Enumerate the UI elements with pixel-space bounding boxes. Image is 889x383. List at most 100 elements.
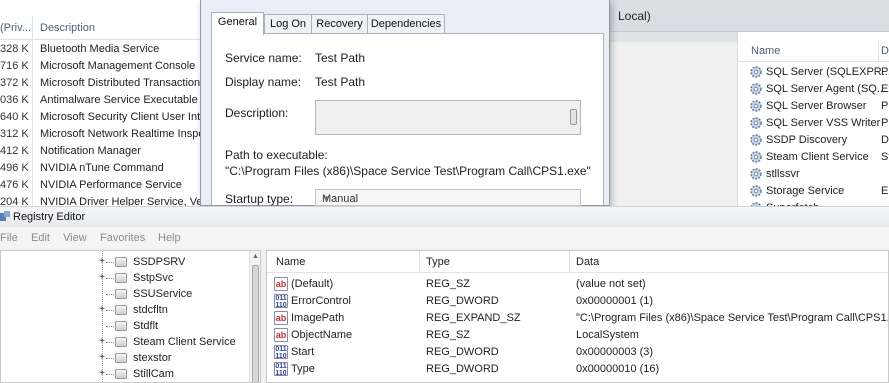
tree-item[interactable]: Stdflt	[1, 318, 249, 334]
process-row[interactable]: 476 K NVIDIA Performance Service	[0, 177, 210, 194]
service-name: SQL Server Browser	[766, 100, 867, 112]
value-row[interactable]: 011 110 Type REG_DWORD 0x00000010 (16)	[267, 361, 888, 378]
service-name: Storage Service	[766, 185, 845, 197]
column-name-header[interactable]: Name	[276, 256, 305, 268]
process-row[interactable]: 412 K Notification Manager	[0, 143, 210, 160]
expand-icon[interactable]: +	[99, 256, 105, 267]
service-row[interactable]: SQL Server VSS WriterPr	[738, 115, 889, 132]
process-description: NVIDIA nTune Command	[40, 162, 164, 174]
service-row[interactable]: stllssvr	[738, 166, 889, 183]
tree-item[interactable]: + StillCam	[1, 366, 249, 382]
value-row[interactable]: 011 110 ErrorControl REG_DWORD 0x00000001 (1…	[267, 293, 888, 310]
menu-favorites[interactable]: Favorites	[100, 232, 145, 244]
service-row[interactable]: SQL Server Browser Pr	[738, 98, 889, 115]
values-list-header: Name Type Data	[267, 251, 888, 273]
value-data: 0x00000010 (16)	[576, 363, 660, 375]
process-description: Microsoft Distributed Transaction	[40, 77, 201, 89]
tab-general[interactable]: General	[211, 12, 264, 35]
service-row[interactable]: Steam Client Service St	[738, 149, 889, 166]
tree-item-label: Steam Client Service	[133, 336, 236, 348]
tree-connector	[106, 326, 114, 327]
scroll-up-icon[interactable]: ▲	[252, 253, 259, 260]
process-row[interactable]: 312 K Microsoft Network Realtime Inspe	[0, 126, 210, 143]
tree-item[interactable]: + SSDPSRV	[1, 254, 249, 270]
gear-icon	[750, 100, 762, 112]
dword-value-icon: 011 110	[274, 294, 288, 308]
tree-item[interactable]: + Steam Client Service	[1, 334, 249, 350]
process-row[interactable]: 496 K NVIDIA nTune Command	[0, 160, 210, 177]
column-description-header[interactable]: Description	[40, 22, 95, 34]
startup-type-select[interactable]: Manual ▼	[315, 189, 581, 206]
tree-item-label: stexstor	[133, 352, 172, 364]
expand-icon[interactable]: +	[99, 272, 105, 283]
description-label: Description:	[225, 106, 289, 120]
tree-item[interactable]: SSUService	[1, 286, 249, 302]
menu-edit[interactable]: Edit	[31, 232, 50, 244]
registry-editor-icon	[0, 211, 10, 221]
gear-icon	[750, 117, 762, 129]
value-row[interactable]: 011 110 Start REG_DWORD 0x00000003 (3)	[267, 344, 888, 361]
column-description-header[interactable]: De	[881, 45, 889, 57]
service-row[interactable]: SQL Server (SQLEXPR...Pr	[738, 64, 889, 81]
service-row[interactable]: Storage Service Er	[738, 183, 889, 200]
column-data-header[interactable]: Data	[576, 256, 599, 268]
column-divider	[878, 40, 879, 62]
menu-file[interactable]: File	[0, 232, 18, 244]
value-row[interactable]: ab (Default) REG_SZ (value not set)	[267, 276, 888, 293]
column-name-header[interactable]: Name	[751, 45, 780, 57]
process-row[interactable]: 036 K Antimalware Service Executable	[0, 92, 210, 109]
process-memory: 328 K	[0, 43, 29, 55]
value-type: REG_DWORD	[426, 295, 499, 307]
tab-dependencies[interactable]: Dependencies	[367, 14, 445, 34]
menu-help[interactable]: Help	[158, 232, 181, 244]
service-row[interactable]: SSDP Discovery Di	[738, 132, 889, 149]
menu-view[interactable]: View	[63, 232, 87, 244]
gear-icon	[750, 66, 762, 78]
process-row[interactable]: 716 K Microsoft Management Console	[0, 58, 210, 75]
path-to-executable-value: "C:\Program Files (x86)\Space Service Te…	[225, 164, 591, 178]
tree-item[interactable]: + stdcfltn	[1, 302, 249, 318]
tree-scrollbar[interactable]: ▲	[249, 251, 260, 382]
process-row[interactable]: 640 K Microsoft Security Client User Inte	[0, 109, 210, 126]
description-scrollbar[interactable]	[570, 109, 577, 125]
column-type-header[interactable]: Type	[426, 256, 450, 268]
value-row[interactable]: ab ImagePath REG_EXPAND_SZ "C:\Program File…	[267, 310, 888, 327]
registry-editor-title: Registry Editor	[13, 211, 86, 223]
tree-item[interactable]: + SstpSvc	[1, 270, 249, 286]
folder-icon	[115, 321, 127, 331]
expand-icon[interactable]: +	[99, 336, 105, 347]
tree-item[interactable]: + stexstor	[1, 350, 249, 366]
registry-values-list: Name Type Data ab (Default) REG_SZ (value n…	[266, 250, 889, 383]
folder-icon	[115, 353, 127, 363]
process-row[interactable]: 328 K Bluetooth Media Service	[0, 41, 210, 58]
process-row[interactable]: 372 K Microsoft Distributed Transaction	[0, 75, 210, 92]
expand-icon[interactable]: +	[99, 368, 105, 379]
process-memory: 372 K	[0, 77, 29, 89]
expand-icon[interactable]: +	[99, 352, 105, 363]
services-window-title: Local)	[618, 9, 651, 23]
tab-log-on[interactable]: Log On	[264, 14, 312, 34]
value-name: Type	[291, 363, 315, 375]
value-type: REG_DWORD	[426, 346, 499, 358]
menu-bar: File Edit View Favorites Help	[0, 227, 889, 248]
folder-icon	[115, 369, 127, 379]
column-memory-header[interactable]: (Priv...	[0, 22, 31, 34]
service-name-label: Service name:	[225, 51, 302, 65]
path-to-executable-label: Path to executable:	[225, 148, 328, 162]
value-name: ErrorControl	[291, 295, 351, 307]
scrollbar-thumb[interactable]	[252, 265, 259, 382]
service-name: SQL Server (SQLEXPR...	[766, 66, 889, 78]
description-field[interactable]	[315, 100, 581, 135]
service-description: Er	[881, 185, 889, 197]
service-description: Ex	[881, 83, 889, 95]
value-row[interactable]: ab ObjectName REG_SZ LocalSystem	[267, 327, 888, 344]
tab-recovery[interactable]: Recovery	[311, 14, 368, 34]
value-name: ObjectName	[291, 329, 353, 341]
services-list-header: Name De	[738, 40, 889, 62]
process-description: Microsoft Network Realtime Inspe	[40, 128, 205, 140]
expand-icon[interactable]: +	[99, 304, 105, 315]
tree-item-label: Stdflt	[133, 320, 159, 332]
tree-item-label: stdcfltn	[133, 304, 168, 316]
service-row[interactable]: SQL Server Agent (SQ...Ex	[738, 81, 889, 98]
string-value-icon: ab	[274, 311, 288, 325]
